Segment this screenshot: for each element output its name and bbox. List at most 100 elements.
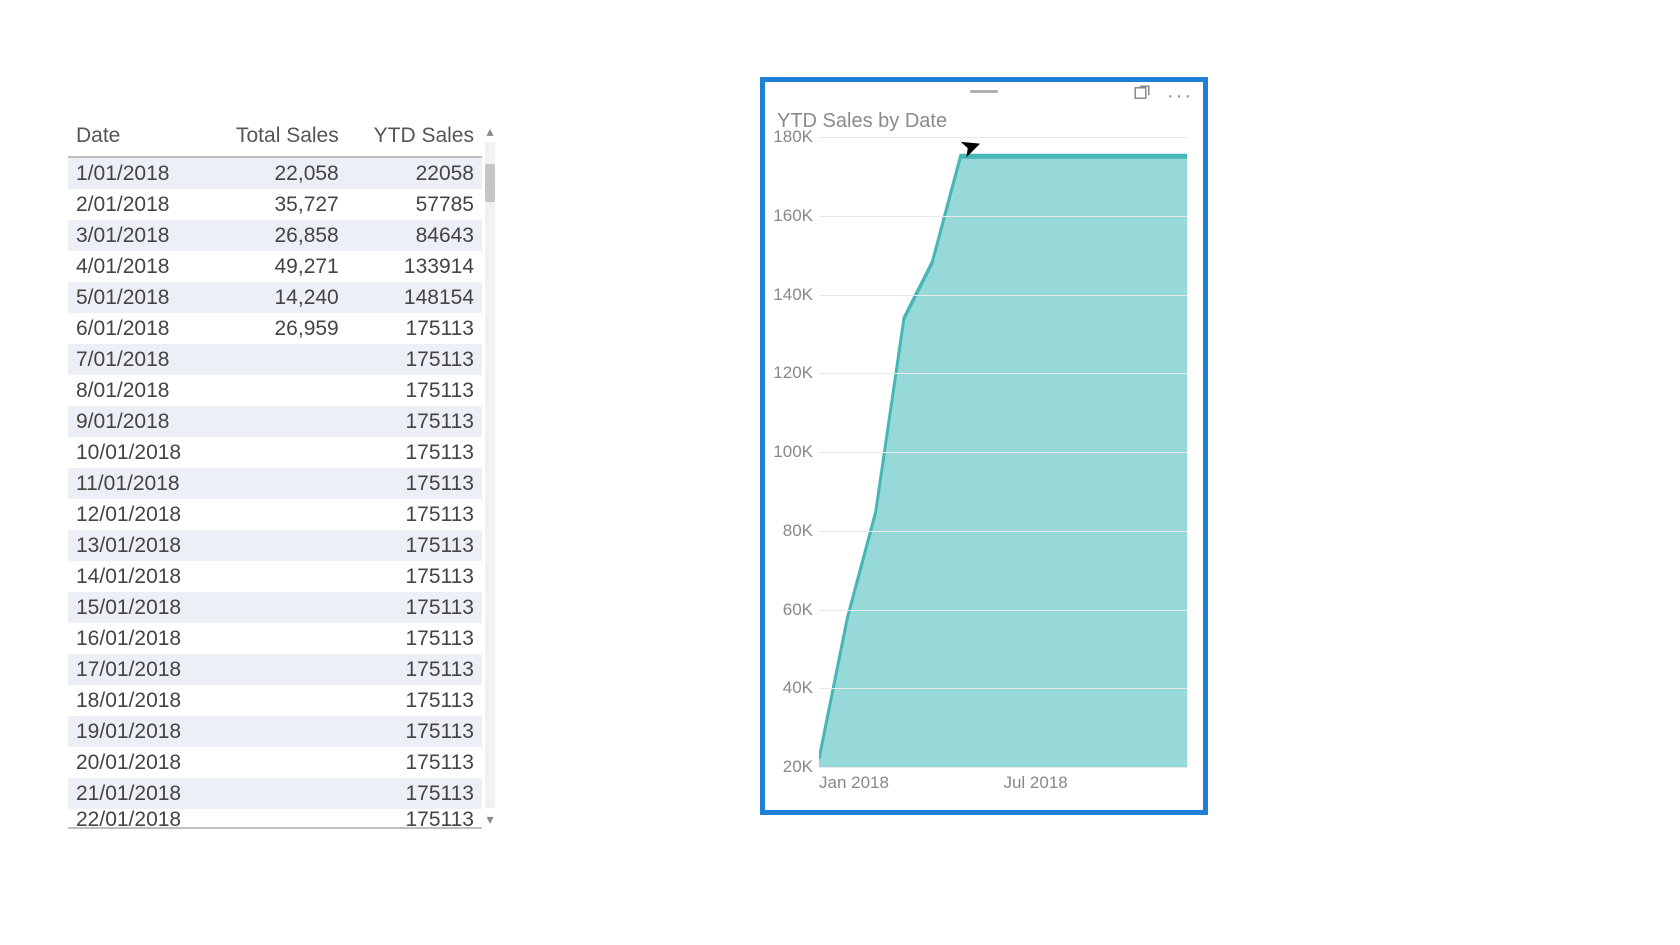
col-date[interactable]: Date	[68, 120, 209, 157]
y-tick: 20K	[765, 757, 813, 777]
total-label: Total	[68, 828, 209, 831]
table-row[interactable]: 1/01/201822,05822058	[68, 157, 482, 189]
cell-total	[209, 654, 347, 685]
cell-date: 21/01/2018	[68, 778, 209, 809]
cell-total	[209, 375, 347, 406]
table-row[interactable]: 22/01/2018175113	[68, 809, 482, 828]
table-row[interactable]: 18/01/2018175113	[68, 685, 482, 716]
cell-total: 35,727	[209, 189, 347, 220]
cell-date: 4/01/2018	[68, 251, 209, 282]
table-row[interactable]: 20/01/2018 175113	[68, 747, 482, 778]
cell-total	[209, 778, 347, 809]
cell-date: 17/01/2018	[68, 654, 209, 685]
chart-plot-area[interactable]: 180K160K140K120K100K80K60K40K20K	[819, 137, 1187, 767]
cell-date: 14/01/2018	[68, 561, 209, 592]
cell-ytd: 175113	[347, 716, 482, 747]
table-row[interactable]: 19/01/2018175113	[68, 716, 482, 747]
cell-ytd: 175113	[347, 437, 482, 468]
table-row[interactable]: 11/01/2018175113	[68, 468, 482, 499]
grid-line	[819, 688, 1187, 689]
cell-ytd: 175113	[347, 561, 482, 592]
grid-line	[819, 295, 1187, 296]
total-ytd: 175113	[347, 828, 482, 831]
table-row[interactable]: 3/01/201826,85884643	[68, 220, 482, 251]
cell-date: 10/01/2018	[68, 437, 209, 468]
y-tick: 60K	[765, 600, 813, 620]
grid-line	[819, 767, 1187, 768]
total-row: Total 175,113 175113	[68, 828, 482, 831]
cell-ytd: 175113	[347, 406, 482, 437]
cell-total: 22,058	[209, 157, 347, 189]
cell-ytd: 175113	[347, 375, 482, 406]
total-sales: 175,113	[209, 828, 347, 831]
chart-header[interactable]: ···	[765, 82, 1203, 100]
y-tick: 100K	[765, 442, 813, 462]
cell-total	[209, 809, 347, 828]
cell-date: 3/01/2018	[68, 220, 209, 251]
y-tick: 80K	[765, 521, 813, 541]
table-row[interactable]: 17/01/2018175113	[68, 654, 482, 685]
cell-date: 6/01/2018	[68, 313, 209, 344]
scroll-track[interactable]	[485, 142, 495, 808]
cell-total	[209, 530, 347, 561]
sales-table-visual[interactable]: Date Total Sales YTD Sales 1/01/201822,0…	[68, 120, 498, 830]
x-tick: Jan 2018	[819, 773, 889, 793]
cell-date: 13/01/2018	[68, 530, 209, 561]
table-row[interactable]: 10/01/2018 175113	[68, 437, 482, 468]
cell-total	[209, 747, 347, 778]
cell-date: 2/01/2018	[68, 189, 209, 220]
table-row[interactable]: 21/01/2018175113	[68, 778, 482, 809]
cell-date: 20/01/2018	[68, 747, 209, 778]
y-tick: 40K	[765, 678, 813, 698]
cell-total: 26,858	[209, 220, 347, 251]
cell-date: 12/01/2018	[68, 499, 209, 530]
table-row[interactable]: 8/01/2018 175113	[68, 375, 482, 406]
cell-total	[209, 561, 347, 592]
cell-total	[209, 685, 347, 716]
cell-ytd: 175113	[347, 530, 482, 561]
cell-ytd: 133914	[347, 251, 482, 282]
table-row[interactable]: 12/01/2018 175113	[68, 499, 482, 530]
table-scrollbar[interactable]: ▴ ▾	[482, 120, 498, 830]
cell-ytd: 175113	[347, 623, 482, 654]
cell-ytd: 175113	[347, 499, 482, 530]
grid-line	[819, 216, 1187, 217]
table-row[interactable]: 14/01/2018 175113	[68, 561, 482, 592]
cell-ytd: 84643	[347, 220, 482, 251]
more-options-icon[interactable]: ···	[1167, 89, 1193, 103]
table-row[interactable]: 5/01/201814,240148154	[68, 282, 482, 313]
cell-ytd: 175113	[347, 809, 482, 828]
cell-ytd: 175113	[347, 747, 482, 778]
cell-total	[209, 468, 347, 499]
cell-total	[209, 716, 347, 747]
col-total-sales[interactable]: Total Sales	[209, 120, 347, 157]
scroll-up-icon[interactable]: ▴	[486, 124, 493, 138]
focus-mode-icon[interactable]	[1133, 84, 1151, 107]
cell-date: 8/01/2018	[68, 375, 209, 406]
table-row[interactable]: 2/01/201835,72757785	[68, 189, 482, 220]
scroll-thumb[interactable]	[485, 164, 495, 202]
grid-line	[819, 373, 1187, 374]
table-row[interactable]: 16/01/2018175113	[68, 623, 482, 654]
ytd-chart-visual[interactable]: ··· YTD Sales by Date 180K160K140K120K10…	[760, 77, 1208, 815]
table-row[interactable]: 4/01/201849,271133914	[68, 251, 482, 282]
table-row[interactable]: 13/01/2018 175113	[68, 530, 482, 561]
drag-handle-icon[interactable]	[970, 90, 998, 93]
table-row[interactable]: 9/01/2018 175113	[68, 406, 482, 437]
table-row[interactable]: 6/01/201826,959175113	[68, 313, 482, 344]
cell-total: 26,959	[209, 313, 347, 344]
table-row[interactable]: 7/01/2018175113	[68, 344, 482, 375]
cell-total	[209, 592, 347, 623]
cell-date: 5/01/2018	[68, 282, 209, 313]
cell-date: 9/01/2018	[68, 406, 209, 437]
cell-date: 18/01/2018	[68, 685, 209, 716]
scroll-down-icon[interactable]: ▾	[486, 812, 493, 826]
x-axis-ticks: Jan 2018 Jul 2018 .	[819, 773, 1187, 793]
x-tick: Jul 2018	[1003, 773, 1067, 793]
col-ytd-sales[interactable]: YTD Sales	[347, 120, 482, 157]
grid-line	[819, 531, 1187, 532]
table-row[interactable]: 15/01/2018175113	[68, 592, 482, 623]
cell-ytd: 175113	[347, 468, 482, 499]
y-tick: 160K	[765, 206, 813, 226]
cell-ytd: 175113	[347, 313, 482, 344]
